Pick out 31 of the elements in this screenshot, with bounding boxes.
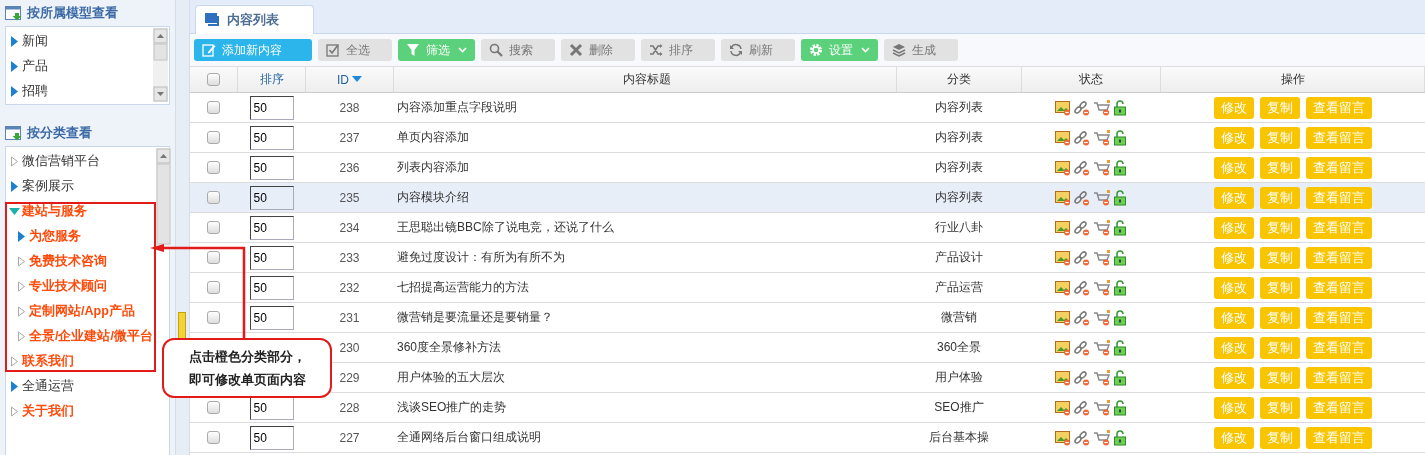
- id-text: 235: [339, 190, 360, 205]
- category-text: 产品设计: [935, 249, 983, 266]
- column-header: 内容标题: [622, 71, 671, 88]
- id-text: 232: [339, 280, 360, 295]
- category-text: 后台基本操: [929, 429, 989, 446]
- category-text: 360全景: [937, 339, 981, 356]
- category-text: 内容列表: [935, 129, 983, 146]
- column-header: 状态: [1079, 71, 1103, 88]
- id-text: 238: [339, 100, 360, 115]
- id-text: 231: [339, 310, 360, 325]
- category-text: 内容列表: [935, 189, 983, 206]
- category-text: SEO推广: [934, 399, 984, 416]
- category-text: 用户体验: [935, 369, 983, 386]
- id-text: 233: [339, 250, 360, 265]
- category-text: 微营销: [941, 309, 977, 326]
- id-text: 234: [339, 220, 360, 235]
- id-text: 236: [339, 160, 360, 175]
- id-text: 230: [339, 340, 360, 355]
- column-header: 分类: [947, 71, 971, 88]
- category-text: 产品运营: [935, 279, 983, 296]
- panel-title: 按所属模型查看: [27, 4, 118, 22]
- category-text: 内容列表: [935, 159, 983, 176]
- id-text: 237: [339, 130, 360, 145]
- category-text: 行业八卦: [935, 219, 983, 236]
- category-text: 内容列表: [935, 99, 983, 116]
- id-text: 227: [339, 430, 360, 445]
- id-text: 229: [339, 370, 360, 385]
- annotation-tooltip: 点击橙色分类部分， 即可修改单页面内容: [162, 338, 332, 398]
- panel-title: 按分类查看: [27, 124, 92, 142]
- id-text: 228: [339, 400, 360, 415]
- column-header: 操作: [1280, 71, 1305, 88]
